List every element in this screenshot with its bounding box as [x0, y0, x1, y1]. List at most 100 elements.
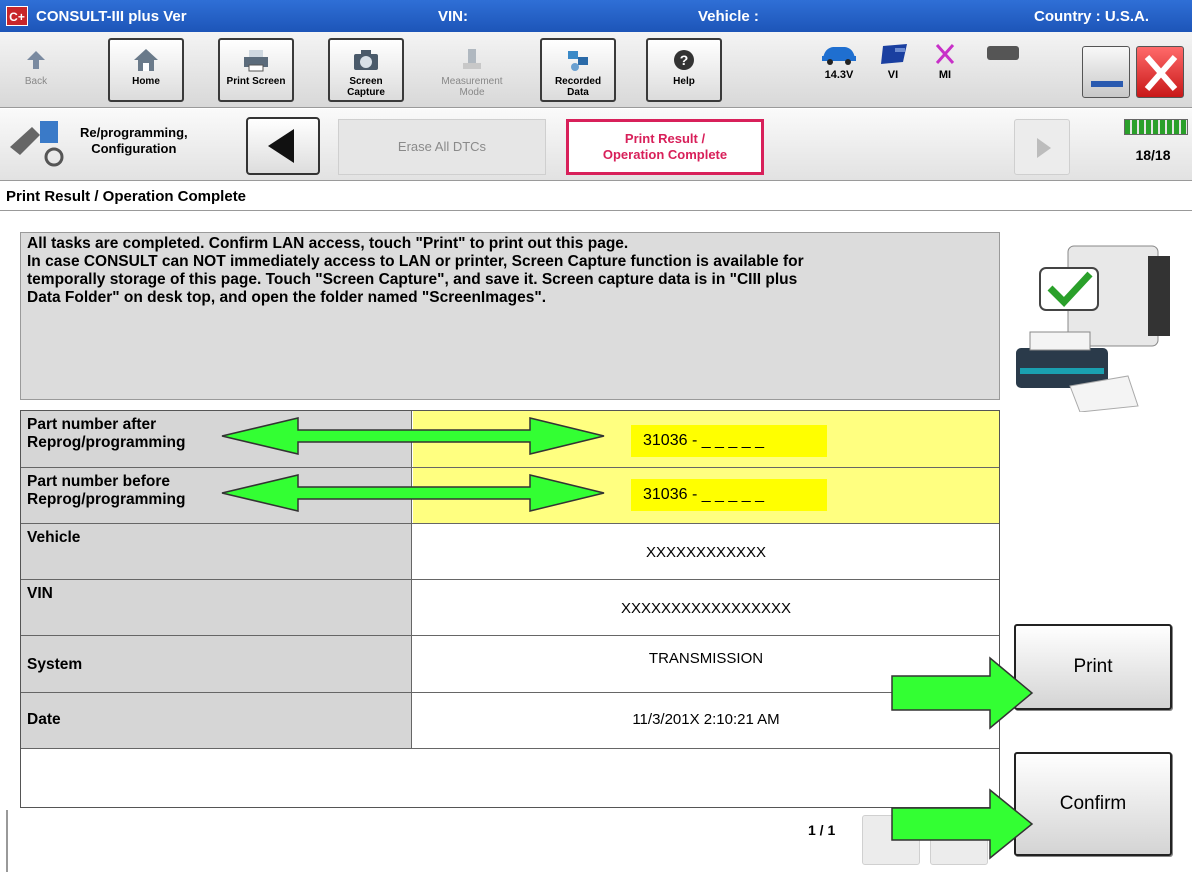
right-triangle-icon [1037, 138, 1051, 158]
date-value: 11/3/201X 2:10:21 AM [632, 711, 780, 728]
measurement-label-2: Mode [459, 87, 485, 98]
minimize-icon [1091, 81, 1123, 87]
page-indicator: 1 / 1 [808, 822, 836, 838]
table-row: VIN XXXXXXXXXXXXXXXXX [21, 580, 999, 636]
print-screen-label: Print Screen [226, 76, 286, 87]
left-triangle-icon [268, 129, 294, 163]
instruction-message: All tasks are completed. Confirm LAN acc… [20, 232, 1000, 400]
screen-capture-button[interactable]: Screen Capture [328, 38, 404, 102]
help-button[interactable]: ? Help [646, 38, 722, 102]
camera-icon [354, 50, 378, 70]
row-label: Vehicle [21, 524, 412, 579]
row-label: Part number after Reprog/programming [21, 411, 412, 467]
screen-capture-label-1: Screen [349, 76, 383, 87]
row-value: XXXXXXXXXXXXXXXXX [413, 580, 999, 635]
row-label-line-1: Part number before [27, 473, 170, 490]
row-label: Part number before Reprog/programming [21, 468, 412, 523]
home-icon [134, 49, 158, 71]
table-row: Vehicle XXXXXXXXXXXX [21, 524, 999, 580]
close-button[interactable] [1136, 46, 1184, 98]
svg-text:?: ? [680, 52, 689, 68]
minimize-button[interactable] [1082, 46, 1130, 98]
back-arrow-icon [27, 51, 45, 69]
recorded-data-label-1: Recorded [554, 76, 602, 87]
recorded-data-icon [568, 51, 588, 71]
title-bar: C+ CONSULT-III plus Ver VIN: Vehicle : C… [0, 0, 1192, 32]
consult-logo: C+ [6, 6, 28, 26]
vi-label: VI [887, 69, 899, 81]
step-label-line-2: Configuration [91, 141, 177, 156]
printer-ecu-illustration [1016, 245, 1170, 412]
print-screen-icon [244, 50, 268, 72]
system-value: TRANSMISSION [648, 650, 764, 667]
crumb-active-line-2: Operation Complete [602, 147, 728, 162]
navigation-bar: Re/programming, Configuration Erase All … [0, 109, 1192, 181]
country-label: Country : U.S.A. [1034, 8, 1149, 25]
nav-next-button[interactable] [1014, 119, 1070, 175]
part-number-before-value: 31036 - _ _ _ _ _ [631, 479, 827, 511]
table-row: Date 11/3/201X 2:10:21 AM [21, 693, 999, 749]
page-prev-button[interactable] [862, 815, 920, 865]
print-screen-button[interactable]: Print Screen [218, 38, 294, 102]
results-table: Part number after Reprog/programming 310… [20, 410, 1000, 808]
page-next-button[interactable] [930, 815, 988, 865]
vi-status: VI [870, 42, 916, 81]
measurement-icon [463, 49, 481, 69]
row-label-line-2: Reprog/programming [27, 434, 186, 451]
page-title: Print Result / Operation Complete [6, 188, 247, 205]
crumb-erase-all-dtcs[interactable]: Erase All DTCs [338, 119, 546, 175]
back-button[interactable]: Back [6, 38, 66, 102]
measurement-mode-button[interactable]: Measurement Mode [434, 38, 510, 102]
page-title-divider [0, 210, 1192, 211]
row-label: Date [21, 693, 412, 748]
row-label-line-2: Reprog/programming [27, 491, 186, 508]
toolbar: Back Home Print Screen Screen Capture Me… [0, 32, 1192, 108]
confirm-button[interactable]: Confirm [1014, 752, 1172, 856]
reprogramming-icon [10, 121, 64, 167]
vehicle-value: XXXXXXXXXXXX [645, 544, 767, 561]
row-value: 11/3/201X 2:10:21 AM [413, 693, 999, 748]
part-number-after-value: 31036 - _ _ _ _ _ [631, 425, 827, 457]
crumb-print-result: Print Result / Operation Complete [566, 119, 764, 175]
message-line-1: All tasks are completed. Confirm LAN acc… [27, 235, 629, 252]
table-row: Part number after Reprog/programming 310… [21, 411, 999, 468]
help-icon: ? [674, 50, 694, 70]
row-label: System [21, 636, 412, 692]
voltage-readout: 14.3V [824, 69, 854, 81]
row-label: VIN [21, 580, 412, 635]
row-value: 31036 - _ _ _ _ _ [413, 468, 999, 523]
progress-count: 18/18 [1135, 147, 1171, 163]
crumb-active-line-1: Print Result / [624, 131, 706, 146]
recorded-data-button[interactable]: Recorded Data [540, 38, 616, 102]
back-label: Back [24, 76, 48, 87]
battery-voltage-status: 14.3V [816, 42, 862, 81]
row-label-line-1: Part number after [27, 416, 157, 433]
nav-back-button[interactable] [246, 117, 320, 175]
left-edge-rule [6, 810, 8, 872]
help-label: Help [673, 76, 695, 87]
message-line-3: temporally storage of this page. Touch "… [27, 271, 798, 288]
screen-capture-label-2: Capture [347, 87, 385, 98]
vehicle-label: Vehicle : [698, 8, 759, 25]
home-button[interactable]: Home [108, 38, 184, 102]
app-name: CONSULT-III plus Ver [36, 8, 187, 25]
print-button[interactable]: Print [1014, 624, 1172, 710]
vin-label: VIN: [438, 8, 468, 25]
close-icon [1144, 55, 1178, 91]
measurement-label-1: Measurement [441, 76, 503, 87]
recorded-data-label-2: Data [567, 87, 589, 98]
table-row: System TRANSMISSION [21, 636, 999, 693]
mi-label: MI [938, 69, 952, 81]
mi-cross-icon [935, 44, 955, 64]
message-line-2: In case CONSULT can NOT immediately acce… [27, 253, 804, 270]
car-icon [822, 47, 856, 65]
row-value: TRANSMISSION [413, 636, 999, 692]
message-line-4: Data Folder" on desk top, and open the f… [27, 289, 547, 306]
step-label-line-1: Re/programming, [80, 125, 188, 140]
row-value: XXXXXXXXXXXX [413, 524, 999, 579]
vin-value: XXXXXXXXXXXXXXXXX [620, 600, 792, 617]
device-status [980, 42, 1026, 69]
table-row: Part number before Reprog/programming 31… [21, 468, 999, 524]
home-label: Home [132, 76, 160, 87]
progress-bar [1124, 119, 1188, 135]
